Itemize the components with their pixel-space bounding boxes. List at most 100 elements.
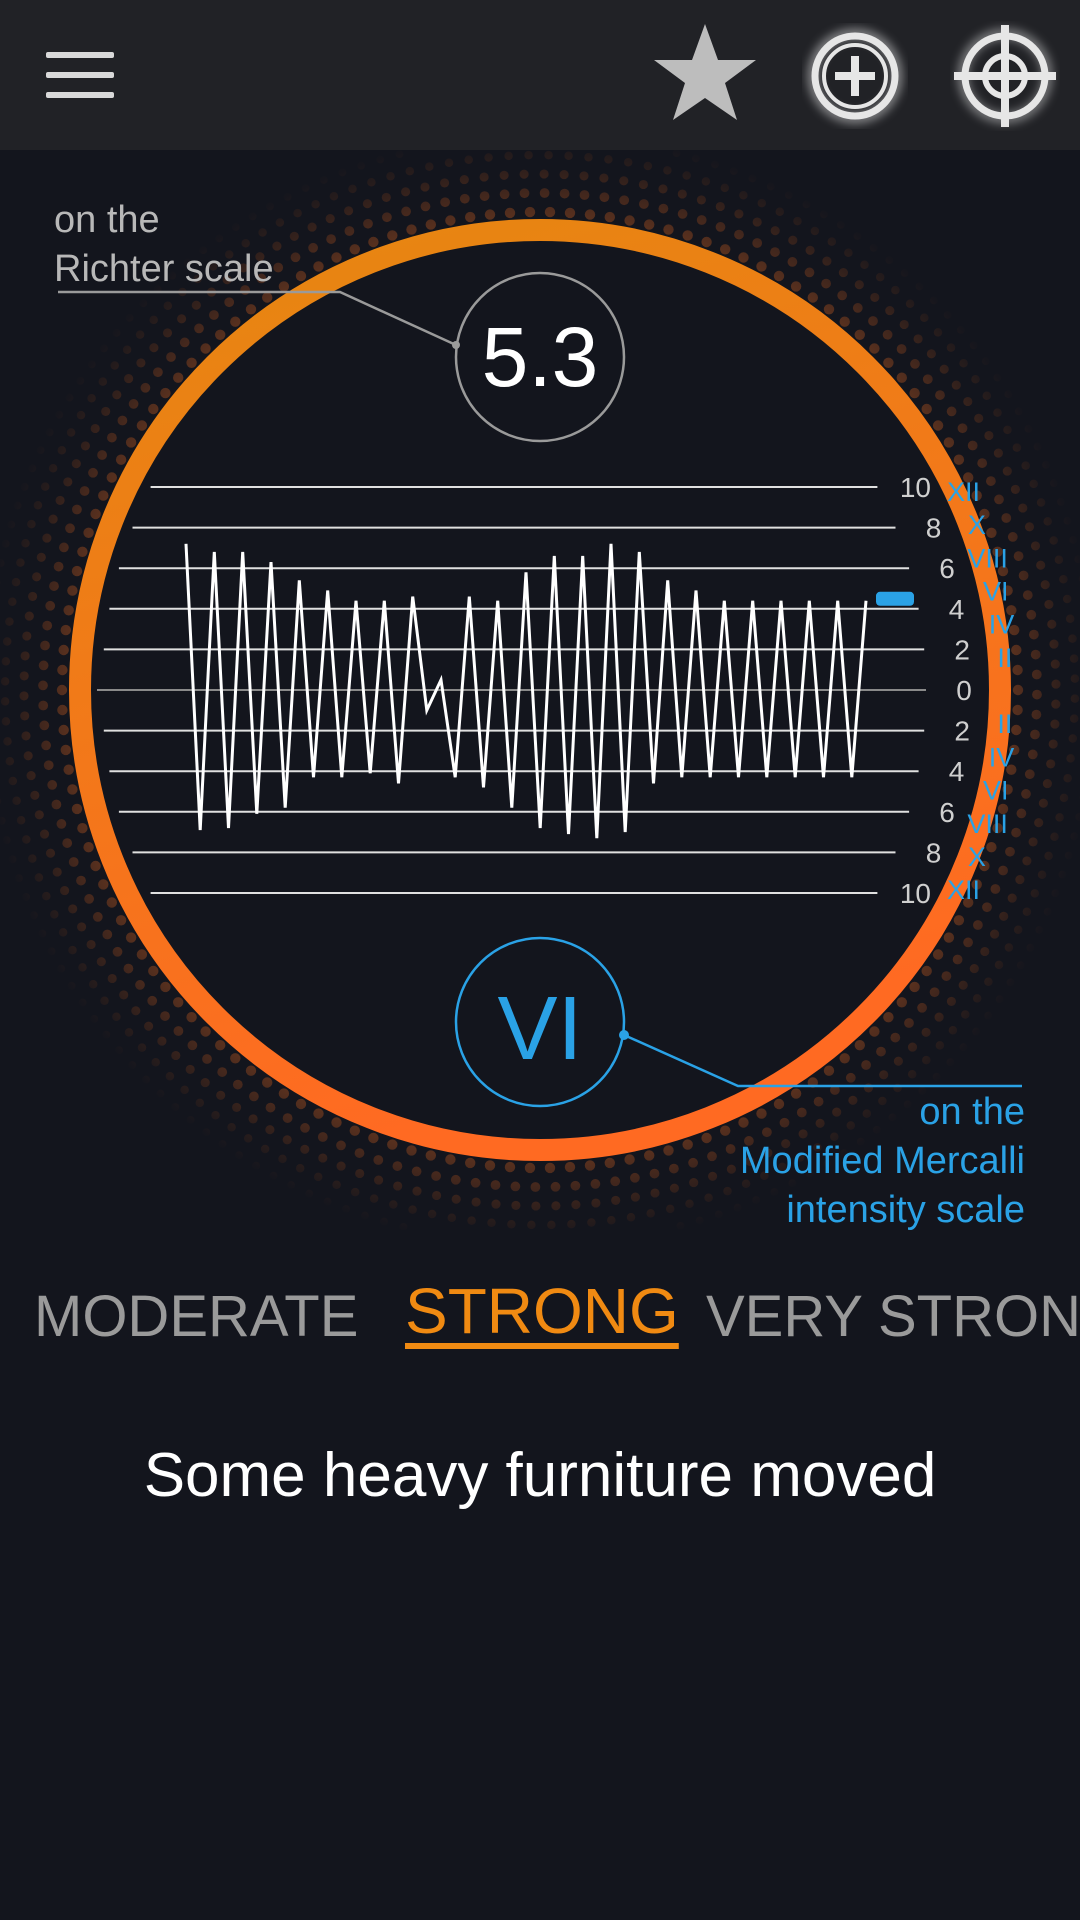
halo-dot: [920, 313, 929, 323]
halo-dot: [110, 361, 119, 370]
halo-dot: [34, 962, 42, 970]
plus-circle-icon[interactable]: [802, 23, 908, 129]
halo-dot: [200, 343, 211, 354]
halo-dot: [86, 939, 96, 950]
crosshair-target-icon[interactable]: [950, 21, 1060, 131]
halo-dot: [1003, 425, 1012, 435]
halo-dot: [913, 334, 923, 344]
halo-dot: [584, 1160, 596, 1171]
halo-dot: [67, 981, 76, 990]
halo-dot: [587, 1218, 596, 1227]
halo-dot: [1068, 989, 1075, 996]
halo-dot: [389, 1200, 398, 1209]
halo-dot: [1018, 503, 1028, 513]
halo-dot: [937, 225, 943, 232]
halo-dot: [544, 1162, 556, 1174]
halo-dot: [929, 296, 938, 305]
halo-dot: [1031, 328, 1038, 334]
star-icon[interactable]: [650, 18, 760, 128]
halo-dot: [1070, 694, 1080, 703]
halo-dot: [1041, 310, 1048, 316]
halo-dot: [956, 325, 965, 334]
halo-dot: [738, 252, 749, 263]
halo-dot: [1043, 517, 1052, 526]
halo-dot: [36, 446, 45, 455]
halo-dot: [487, 1218, 496, 1228]
halo-dot: [547, 1220, 556, 1230]
halo-dot: [73, 1055, 81, 1063]
halo-dot: [793, 216, 802, 226]
halo-dot: [967, 440, 978, 451]
halo-dot: [1029, 294, 1036, 300]
halo-dot: [160, 387, 171, 399]
halo-dot: [752, 238, 763, 248]
halo-dot: [77, 823, 88, 834]
halo-dot: [173, 997, 184, 1008]
richter-scale-label: 2: [954, 634, 970, 665]
halo-dot: [1049, 536, 1058, 545]
halo-dot: [993, 448, 1003, 458]
halo-dot: [1011, 1071, 1018, 1078]
halo-dot: [50, 1171, 54, 1176]
halo-dot: [663, 224, 674, 235]
richter-caption-line: on the: [54, 199, 160, 241]
mercalli-caption: on the Modified Mercalli intensity scale: [625, 1088, 1025, 1235]
halo-dot: [766, 182, 775, 191]
halo-dot: [969, 341, 978, 350]
halo-dot: [519, 169, 529, 179]
halo-dot: [386, 172, 395, 181]
halo-dot: [38, 929, 47, 938]
category-previous[interactable]: MODERATE: [34, 1282, 358, 1352]
halo-dot: [355, 1168, 365, 1179]
halo-dot: [60, 624, 71, 636]
halo-dot: [0, 816, 6, 825]
halo-dot: [976, 235, 982, 241]
halo-dot: [16, 926, 24, 934]
halo-dot: [84, 1125, 90, 1131]
halo-dot: [850, 207, 858, 215]
halo-dot: [8, 597, 17, 607]
halo-dot: [479, 172, 489, 182]
halo-dot: [559, 188, 570, 199]
halo-dot: [5, 384, 12, 391]
halo-dot: [447, 1213, 457, 1222]
halo-dot: [84, 894, 94, 904]
halo-dot: [18, 972, 25, 979]
hamburger-menu-icon[interactable]: [30, 35, 130, 115]
halo-dot: [21, 1048, 27, 1054]
halo-dot: [88, 980, 98, 989]
halo-dot: [504, 1161, 516, 1173]
halo-dot: [71, 459, 81, 469]
halo-dot: [30, 380, 37, 388]
halo-dot: [5, 617, 14, 626]
halo-dot: [905, 299, 915, 308]
halo-dot: [147, 995, 158, 1006]
halo-dot: [912, 157, 918, 163]
halo-dot: [1022, 590, 1033, 600]
halo-dot: [885, 256, 894, 265]
halo-dot: [1002, 466, 1012, 476]
category-next[interactable]: VERY STRONG: [706, 1282, 1080, 1352]
halo-dot: [550, 1181, 561, 1192]
halo-dot: [1051, 889, 1060, 898]
halo-dot: [966, 252, 973, 259]
halo-dot: [972, 994, 982, 1003]
halo-dot: [915, 183, 921, 189]
halo-dot: [9, 1031, 16, 1038]
halo-dot: [24, 944, 32, 952]
halo-dot: [1033, 442, 1042, 451]
halo-dot: [67, 585, 78, 596]
halo-dot: [239, 1198, 246, 1206]
halo-dot: [117, 415, 128, 426]
halo-dot: [40, 640, 50, 651]
halo-dot: [47, 780, 58, 790]
halo-dot: [507, 1219, 516, 1229]
halo-dot: [45, 428, 54, 437]
halo-dot: [152, 188, 158, 195]
halo-dot: [499, 170, 509, 180]
halo-dot: [932, 1072, 941, 1081]
halo-dot: [1073, 436, 1080, 444]
category-current[interactable]: STRONG: [405, 1276, 679, 1346]
halo-dot: [564, 207, 576, 219]
halo-dot: [773, 270, 785, 282]
